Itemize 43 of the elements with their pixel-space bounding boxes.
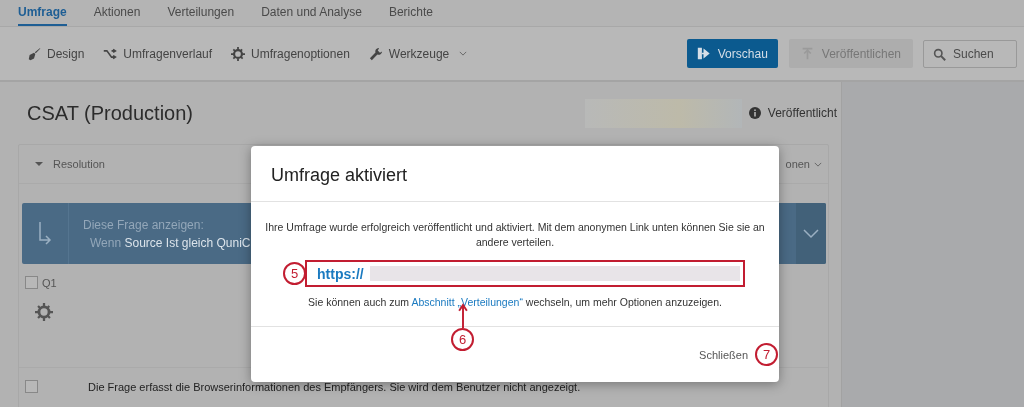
shuffle-icon xyxy=(103,46,118,61)
brush-icon xyxy=(27,46,41,61)
expand-icon[interactable] xyxy=(35,160,43,168)
checkbox[interactable] xyxy=(25,276,38,289)
survey-title: CSAT (Production) xyxy=(27,101,194,125)
callout-marker: 5 xyxy=(283,262,306,285)
turn-arrow-icon xyxy=(38,221,52,246)
search-icon xyxy=(933,47,946,61)
tab[interactable]: Berichte xyxy=(388,0,433,26)
chevron-down-icon[interactable] xyxy=(803,228,819,239)
tab[interactable]: Verteilungen xyxy=(167,0,235,26)
survey-link[interactable]: https:// xyxy=(317,265,364,282)
dialog-message: Ihre Umfrage wurde erfolgreich veröffentlicht und aktiviert. Mit dem anonymen Link unten können Sie sie an andere verteilen. xyxy=(265,220,765,250)
block-options-button[interactable]: onen xyxy=(779,157,828,171)
question-label: Q1 xyxy=(42,276,57,289)
logic-heading: Diese Frage anzeigen: xyxy=(83,217,204,232)
dialog-hint: Sie können auch zum Abschnitt „Verteilungen“ wechseln, um mehr Optionen anzuzeigen. xyxy=(308,296,722,308)
gear-icon[interactable] xyxy=(35,303,53,321)
survey-status: Veröffentlicht xyxy=(767,106,837,120)
toolbar-button[interactable]: Umfragenoptionen xyxy=(231,46,350,61)
tab[interactable]: Daten und Analyse xyxy=(261,0,362,26)
checkbox[interactable] xyxy=(25,380,38,393)
toolbar-action-button[interactable]: Vorschau xyxy=(686,39,778,68)
toolbar-button[interactable]: Design xyxy=(27,46,85,61)
question-text: Die Frage erfasst die Browserinformationen des Empfängers. Sie wird dem Benutzer nicht angezeigt. xyxy=(88,380,581,393)
toolbar-button[interactable]: Umfragenverlauf xyxy=(103,46,213,61)
wrench-icon xyxy=(368,46,383,61)
caret-icon xyxy=(814,161,822,167)
tab[interactable]: Aktionen xyxy=(93,0,141,26)
callout-marker: 6 xyxy=(451,328,474,351)
distributions-link[interactable]: Abschnitt „Verteilungen“ xyxy=(411,296,523,308)
gear-icon xyxy=(231,46,246,61)
block-name: Resolution xyxy=(53,158,105,170)
callout-marker: 7 xyxy=(755,343,778,366)
close-button[interactable]: Schließen xyxy=(699,348,748,361)
dialog-title: Umfrage aktiviert xyxy=(251,146,779,202)
preview-icon xyxy=(696,47,710,60)
toolbar-button[interactable]: Werkzeuge xyxy=(368,46,468,61)
link-field[interactable]: https:// xyxy=(305,260,745,287)
logic-condition: Wenn Source Ist gleich QuniC xyxy=(89,235,251,250)
info-icon xyxy=(748,107,761,119)
search-field[interactable]: Suchen xyxy=(923,39,1017,68)
caret-icon xyxy=(459,51,468,56)
